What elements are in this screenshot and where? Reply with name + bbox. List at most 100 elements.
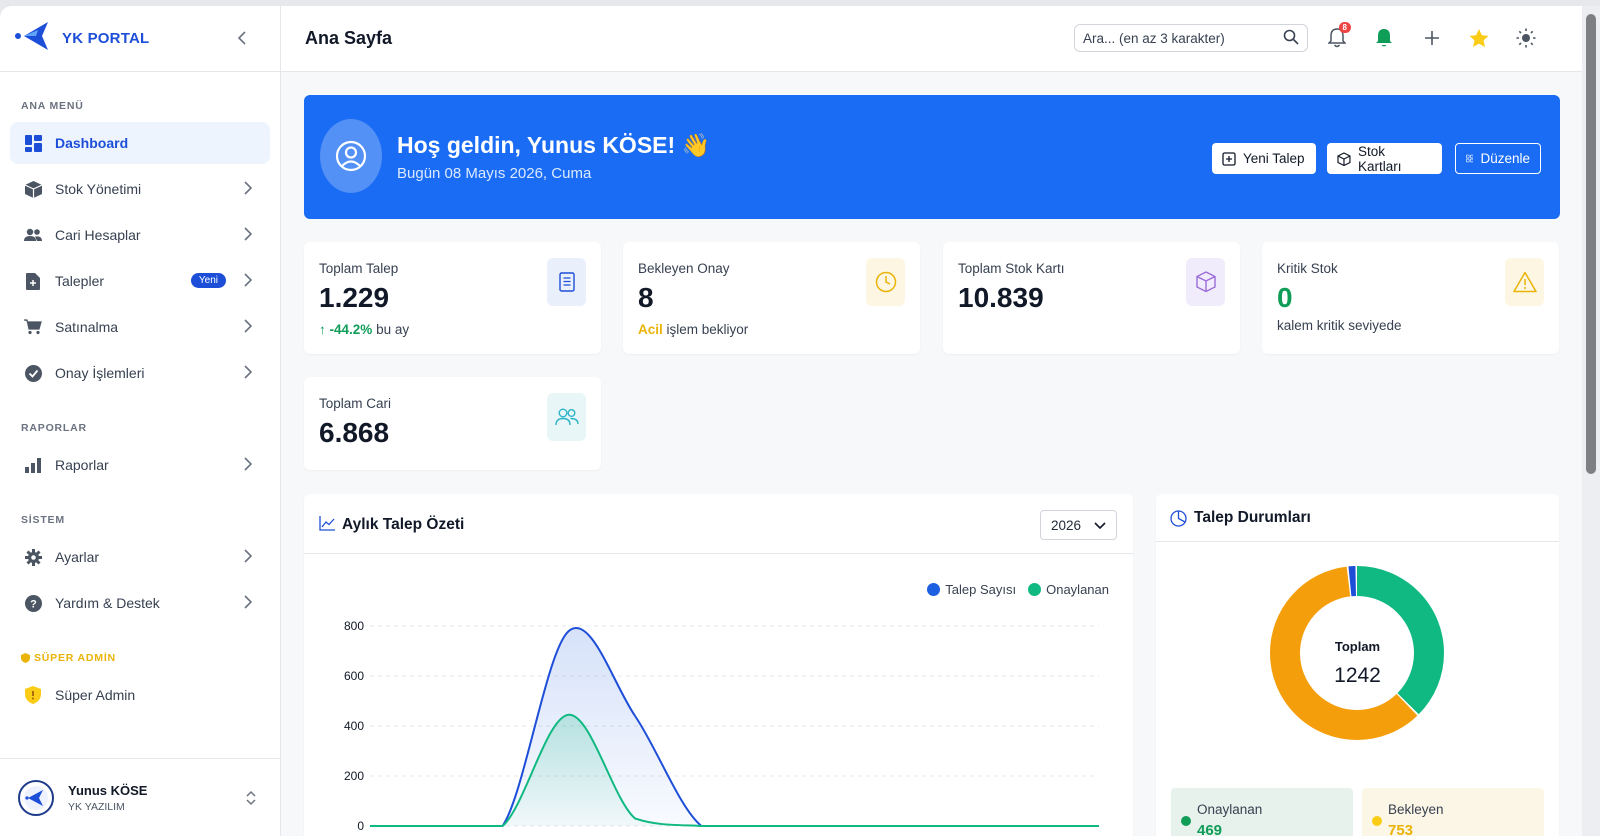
series-requests-area (370, 628, 1099, 826)
sidebar-item-help[interactable]: ? Yardım & Destek (10, 582, 270, 624)
stat-value: 10.839 (958, 282, 1044, 313)
arrow-up-icon: ↑ (319, 322, 326, 337)
search-icon (1283, 29, 1299, 48)
sidebar-item-label: Onay İşlemleri (55, 365, 145, 381)
welcome-title: Hoş geldin, Yunus KÖSE! 👋 (397, 132, 711, 158)
stat-card-accounts[interactable]: Toplam Cari 6.868 (304, 377, 601, 470)
donut-total: 1242 (1334, 664, 1381, 687)
stat-card-total-requests[interactable]: Toplam Talep 1.229 ↑ -44.2% bu ay (304, 242, 601, 354)
app-window: YK PORTAL ANA MENÜ Dashboard Stok Yöneti… (0, 6, 1582, 836)
stat-value: 1.229 (319, 282, 390, 313)
welcome-banner: Hoş geldin, Yunus KÖSE! 👋 Bugün 08 Mayıs… (304, 95, 1560, 219)
bell-filled-icon (1376, 29, 1392, 47)
stat-card-critical-stock[interactable]: Kritik Stok 0 kalem kritik seviyede (1262, 242, 1559, 354)
stat-note: kalem kritik seviyede (1277, 318, 1402, 333)
new-badge: Yeni (190, 273, 226, 288)
user-profile[interactable]: Yunus KÖSE YK YAZILIM (0, 758, 280, 836)
file-plus-icon (24, 272, 42, 290)
users-icon (24, 226, 42, 244)
request-status-panel: Talep Durumları Toplam 1242 (1156, 494, 1559, 836)
users-icon (547, 393, 586, 441)
sidebar-item-label: Dashboard (55, 135, 129, 151)
user-circle-icon (320, 119, 382, 193)
stat-card-stock-cards[interactable]: Toplam Stok Kartı 10.839 (943, 242, 1240, 354)
sidebar-item-dashboard[interactable]: Dashboard (10, 122, 270, 164)
stat-value: 8 (638, 282, 654, 313)
stat-trend: ↑ -44.2% bu ay (319, 322, 410, 337)
grid-icon (1466, 154, 1474, 163)
edit-layout-button[interactable]: Düzenle (1455, 143, 1541, 174)
svg-text:?: ? (30, 598, 37, 610)
sidebar-item-reports[interactable]: Raporlar (10, 444, 270, 486)
shield-icon (24, 686, 42, 704)
avatar (18, 779, 54, 816)
pie-chart-icon (1170, 510, 1187, 532)
chevron-right-icon (244, 457, 253, 474)
panel-title: Talep Durumları (1194, 509, 1311, 526)
brand: YK PORTAL (0, 6, 280, 72)
shield-icon (21, 653, 30, 663)
notification-count-badge: 8 (1338, 22, 1351, 33)
add-button[interactable] (1420, 26, 1444, 50)
pending-tile[interactable]: Bekleyen 753 (1362, 788, 1544, 836)
section-title-system: SİSTEM (21, 514, 65, 526)
gear-icon (24, 548, 42, 566)
sidebar-item-label: Raporlar (55, 457, 109, 473)
topbar: Ana Sayfa Ara... (en az 3 karakter) 8 (281, 6, 1582, 72)
warning-icon (1505, 258, 1544, 306)
sidebar-item-requests[interactable]: Talepler Yeni (10, 260, 270, 302)
search-input[interactable]: Ara... (en az 3 karakter) (1074, 24, 1308, 52)
approved-tile[interactable]: Onaylanan 469 (1171, 788, 1353, 836)
sidebar: YK PORTAL ANA MENÜ Dashboard Stok Yöneti… (0, 6, 281, 836)
sidebar-item-approvals[interactable]: Onay İşlemleri (10, 352, 270, 394)
sidebar-item-stock[interactable]: Stok Yönetimi (10, 168, 270, 210)
sidebar-item-purchasing[interactable]: Satınalma (10, 306, 270, 348)
chevron-right-icon (244, 595, 253, 612)
stock-cards-button[interactable]: Stok Kartları (1327, 143, 1442, 174)
collapse-sidebar-button[interactable] (232, 28, 252, 48)
stat-label: Toplam Talep (319, 261, 399, 276)
stat-note: Acil işlem bekliyor (638, 322, 749, 337)
document-icon (547, 258, 586, 306)
dashboard-icon (24, 134, 42, 152)
donut-center-label: Toplam (1334, 639, 1381, 654)
chevron-right-icon (244, 365, 253, 382)
sidebar-item-label: Stok Yönetimi (55, 181, 142, 197)
stat-value: 0 (1277, 282, 1293, 313)
stat-label: Toplam Stok Kartı (958, 261, 1065, 276)
chevron-up-down-icon[interactable] (246, 790, 256, 811)
cart-icon (24, 318, 42, 336)
favorites-button[interactable] (1467, 26, 1491, 50)
sidebar-item-settings[interactable]: Ayarlar (10, 536, 270, 578)
user-name: Yunus KÖSE (68, 782, 148, 798)
sidebar-item-super-admin[interactable]: Süper Admin (10, 674, 270, 716)
vertical-scrollbar[interactable] (1582, 6, 1600, 836)
theme-toggle-button[interactable] (1514, 26, 1538, 50)
user-org: YK YAZILIM (68, 800, 125, 813)
box-icon (1337, 151, 1351, 166)
sun-icon (1516, 28, 1536, 48)
sidebar-item-label: Cari Hesaplar (55, 227, 141, 243)
scrollbar-thumb[interactable] (1586, 14, 1596, 474)
logo-icon (14, 18, 52, 59)
panel-header: Talep Durumları (1156, 494, 1559, 542)
stat-label: Toplam Cari (319, 396, 392, 411)
stat-card-pending[interactable]: Bekleyen Onay 8 Acil işlem bekliyor (623, 242, 920, 354)
page-title: Ana Sayfa (305, 28, 393, 48)
alerts-button[interactable] (1372, 26, 1396, 50)
sidebar-item-label: Süper Admin (55, 687, 136, 703)
notifications-button[interactable]: 8 (1325, 22, 1351, 50)
sidebar-item-label: Ayarlar (55, 549, 100, 565)
sidebar-item-accounts[interactable]: Cari Hesaplar (10, 214, 270, 256)
star-icon (1469, 28, 1489, 47)
series-requests-line (370, 627, 1099, 827)
clock-icon (866, 258, 905, 306)
chevron-right-icon (244, 319, 253, 336)
new-request-button[interactable]: Yeni Talep (1212, 143, 1316, 174)
sidebar-item-label: Yardım & Destek (55, 595, 160, 611)
stat-label: Kritik Stok (1277, 261, 1338, 276)
monthly-requests-panel: Aylık Talep Özeti 2026 Talep Sayısı Onay… (304, 494, 1133, 836)
chevron-right-icon (244, 273, 253, 290)
sidebar-item-label: Talepler (55, 273, 105, 289)
area-chart (370, 625, 1099, 827)
